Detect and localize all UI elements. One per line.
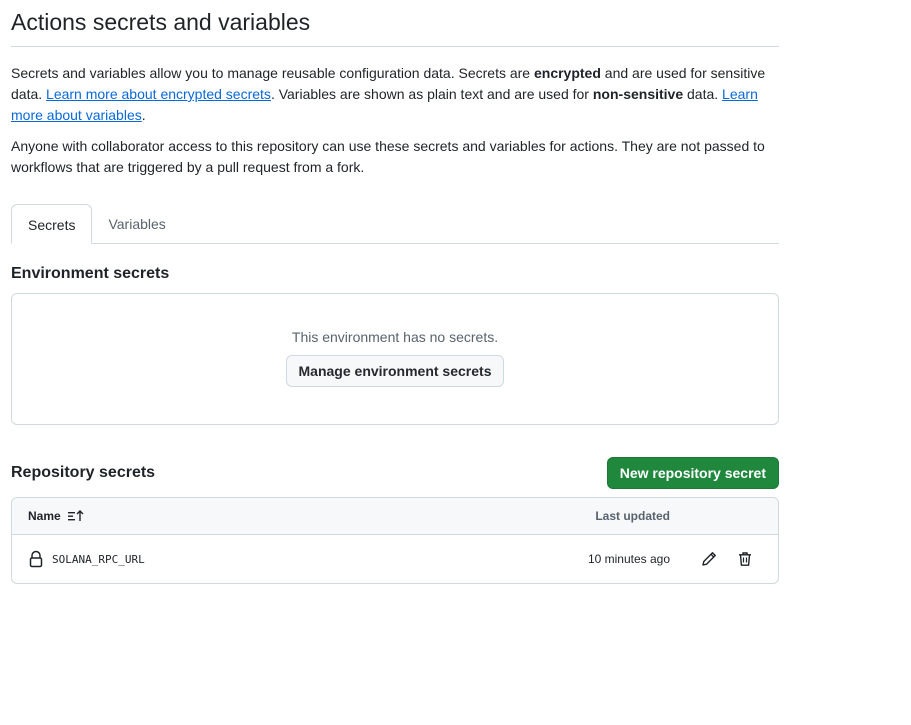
tab-variables[interactable]: Variables (92, 204, 181, 243)
page-title: Actions secrets and variables (11, 0, 779, 47)
tab-bar: Secrets Variables (11, 204, 779, 244)
intro-text: . Variables are shown as plain text and … (270, 86, 593, 102)
manage-environment-secrets-button[interactable]: Manage environment secrets (285, 355, 505, 387)
repository-secrets-header: Repository secrets New repository secret (11, 457, 779, 489)
secrets-table: Name Last updated SOLANA_RPC_URL 10 minu… (11, 497, 779, 584)
lock-icon (28, 550, 44, 573)
intro-paragraph: Secrets and variables allow you to manag… (11, 63, 779, 126)
name-column-label: Name (28, 509, 61, 523)
secret-name: SOLANA_RPC_URL (52, 552, 145, 566)
collaborator-notice: Anyone with collaborator access to this … (11, 138, 765, 175)
table-row: SOLANA_RPC_URL 10 minutes ago (12, 535, 778, 583)
intro-text: . (141, 107, 146, 123)
repository-secrets-title: Repository secrets (11, 464, 156, 481)
intro-text: Secrets and variables allow you to manag… (11, 65, 534, 81)
pencil-icon[interactable] (699, 549, 719, 569)
tab-secrets[interactable]: Secrets (11, 204, 93, 244)
intro-bold-encrypted: encrypted (533, 65, 601, 81)
trash-icon[interactable] (735, 549, 755, 569)
environment-secrets-title: Environment secrets (11, 265, 170, 282)
environment-secrets-box: This environment has no secrets. Manage … (11, 293, 779, 425)
page-content: Actions secrets and variables Secrets an… (11, 0, 779, 584)
last-updated-column-header: Last updated (595, 509, 670, 523)
learn-encrypted-secrets-link[interactable]: Learn more about encrypted secrets (46, 86, 271, 102)
new-repository-secret-button[interactable]: New repository secret (606, 457, 779, 489)
secret-last-updated: 10 minutes ago (587, 552, 670, 566)
table-header: Name Last updated (12, 498, 778, 535)
name-column-header[interactable]: Name (28, 509, 85, 523)
intro-text: data. (683, 86, 723, 102)
environment-empty-message: This environment has no secrets. (291, 329, 499, 345)
sort-ascending-icon[interactable] (67, 509, 85, 523)
intro-bold-non-sensitive: non-sensitive (592, 86, 684, 102)
